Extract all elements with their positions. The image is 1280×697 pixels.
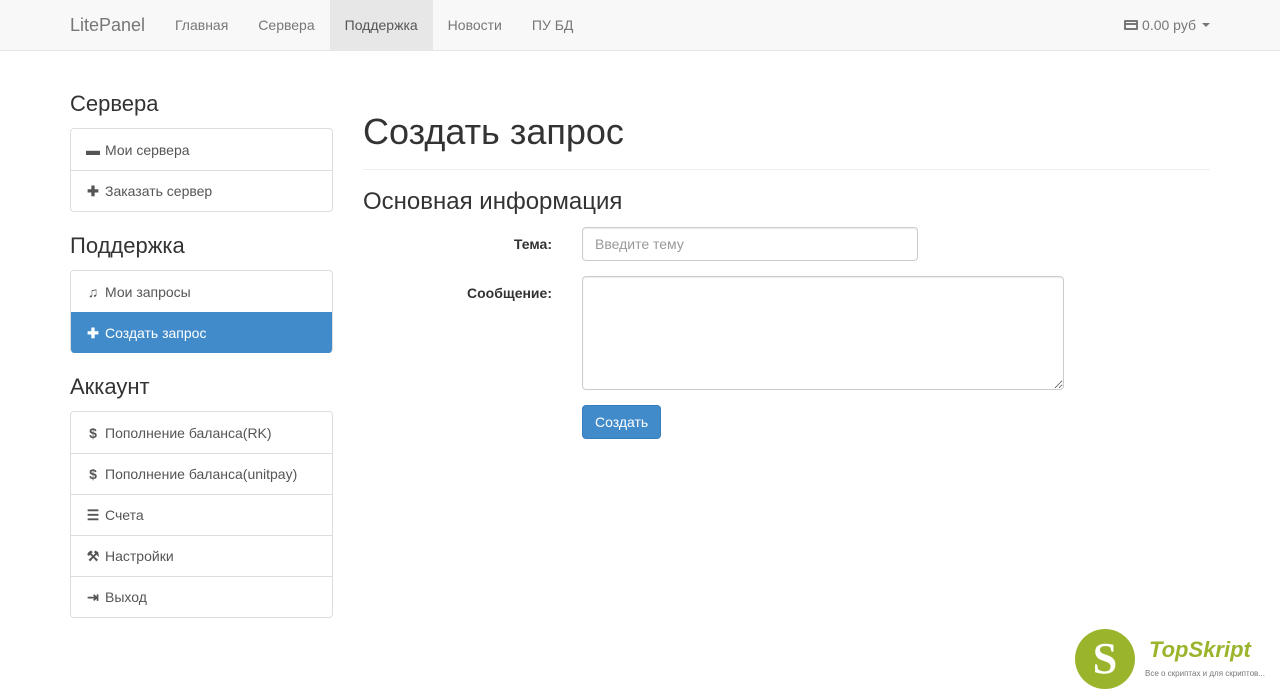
logout-icon: ⇥ bbox=[87, 589, 99, 605]
balance-dropdown[interactable]: 0.00 руб bbox=[1124, 0, 1210, 50]
sidebar-item-invoices[interactable]: ☰ Счета bbox=[71, 494, 332, 535]
sidebar-heading-support: Поддержка bbox=[70, 233, 185, 258]
wrench-icon: ⚒ bbox=[86, 548, 100, 564]
brand-logo[interactable]: LitePanel bbox=[70, 0, 145, 50]
dollar-icon: $ bbox=[89, 424, 97, 441]
page-title: Создать запрос bbox=[363, 100, 1210, 170]
sidebar-item-label: Создать запрос bbox=[105, 325, 207, 341]
top-navbar: LitePanel Главная Сервера Поддержка Ново… bbox=[0, 0, 1280, 51]
subject-input[interactable] bbox=[582, 227, 918, 261]
sidebar: Сервера ▬ Мои сервера ✚ Заказать сервер … bbox=[70, 88, 333, 636]
sidebar-item-logout[interactable]: ⇥ Выход bbox=[71, 576, 332, 617]
caret-down-icon bbox=[1202, 23, 1210, 27]
balance-amount: 0.00 руб bbox=[1142, 17, 1196, 33]
sidebar-item-settings[interactable]: ⚒ Настройки bbox=[71, 535, 332, 576]
sidebar-item-my-requests[interactable]: ♫ Мои запросы bbox=[71, 271, 332, 312]
nav-support[interactable]: Поддержка bbox=[329, 0, 433, 50]
plus-icon: ✚ bbox=[87, 325, 99, 341]
sidebar-item-label: Мои сервера bbox=[105, 141, 190, 158]
nav-db-panel[interactable]: ПУ БД bbox=[517, 0, 589, 50]
message-textarea[interactable] bbox=[582, 276, 1064, 390]
sidebar-item-my-servers[interactable]: ▬ Мои сервера bbox=[71, 129, 332, 170]
nav-home[interactable]: Главная bbox=[160, 0, 243, 50]
sidebar-item-create-request[interactable]: ✚ Создать запрос bbox=[71, 312, 332, 353]
sidebar-item-topup-unitpay[interactable]: $ Пополнение баланса(unitpay) bbox=[71, 453, 332, 494]
headphones-icon: ♫ bbox=[87, 283, 99, 300]
sidebar-item-label: Пополнение баланса(RK) bbox=[105, 424, 272, 441]
message-label: Сообщение: bbox=[467, 285, 552, 301]
sidebar-item-order-server[interactable]: ✚ Заказать сервер bbox=[71, 170, 332, 211]
account-menu: $ Пополнение баланса(RK) $ Пополнение ба… bbox=[70, 411, 333, 618]
main-content: Создать запрос Основная информация Тема:… bbox=[363, 100, 1210, 439]
section-title: Основная информация bbox=[363, 188, 623, 215]
list-icon: ☰ bbox=[86, 507, 100, 523]
servers-menu: ▬ Мои сервера ✚ Заказать сервер bbox=[70, 128, 333, 212]
sidebar-item-label: Счета bbox=[105, 507, 144, 523]
sidebar-heading-account: Аккаунт bbox=[70, 374, 150, 399]
sidebar-item-label: Пополнение баланса(unitpay) bbox=[105, 466, 298, 482]
sidebar-item-label: Мои запросы bbox=[105, 283, 191, 300]
dollar-icon: $ bbox=[89, 466, 97, 482]
sidebar-item-label: Настройки bbox=[105, 548, 174, 564]
credit-card-icon bbox=[1124, 20, 1139, 30]
main-nav: Главная Сервера Поддержка Новости ПУ БД bbox=[160, 0, 588, 50]
sidebar-item-label: Заказать сервер bbox=[105, 183, 213, 199]
create-button[interactable]: Создать bbox=[582, 405, 662, 439]
support-menu: ♫ Мои запросы ✚ Создать запрос bbox=[70, 270, 333, 353]
watermark-letter: S bbox=[1092, 634, 1118, 683]
sidebar-heading-servers: Сервера bbox=[70, 91, 159, 116]
sidebar-item-label: Выход bbox=[105, 589, 147, 605]
topskript-watermark: S TopSkript Все о скриптах и для скрипто… bbox=[1075, 629, 1270, 693]
nav-news[interactable]: Новости bbox=[433, 0, 517, 50]
sidebar-item-topup-rk[interactable]: $ Пополнение баланса(RK) bbox=[71, 412, 332, 453]
plus-icon: ✚ bbox=[87, 183, 99, 199]
hdd-icon: ▬ bbox=[86, 141, 100, 158]
subject-label: Тема: bbox=[513, 236, 552, 252]
watermark-tagline: Все о скриптах и для скриптов... bbox=[1145, 669, 1265, 678]
nav-servers[interactable]: Сервера bbox=[243, 0, 329, 50]
watermark-name: TopSkript bbox=[1149, 637, 1251, 662]
